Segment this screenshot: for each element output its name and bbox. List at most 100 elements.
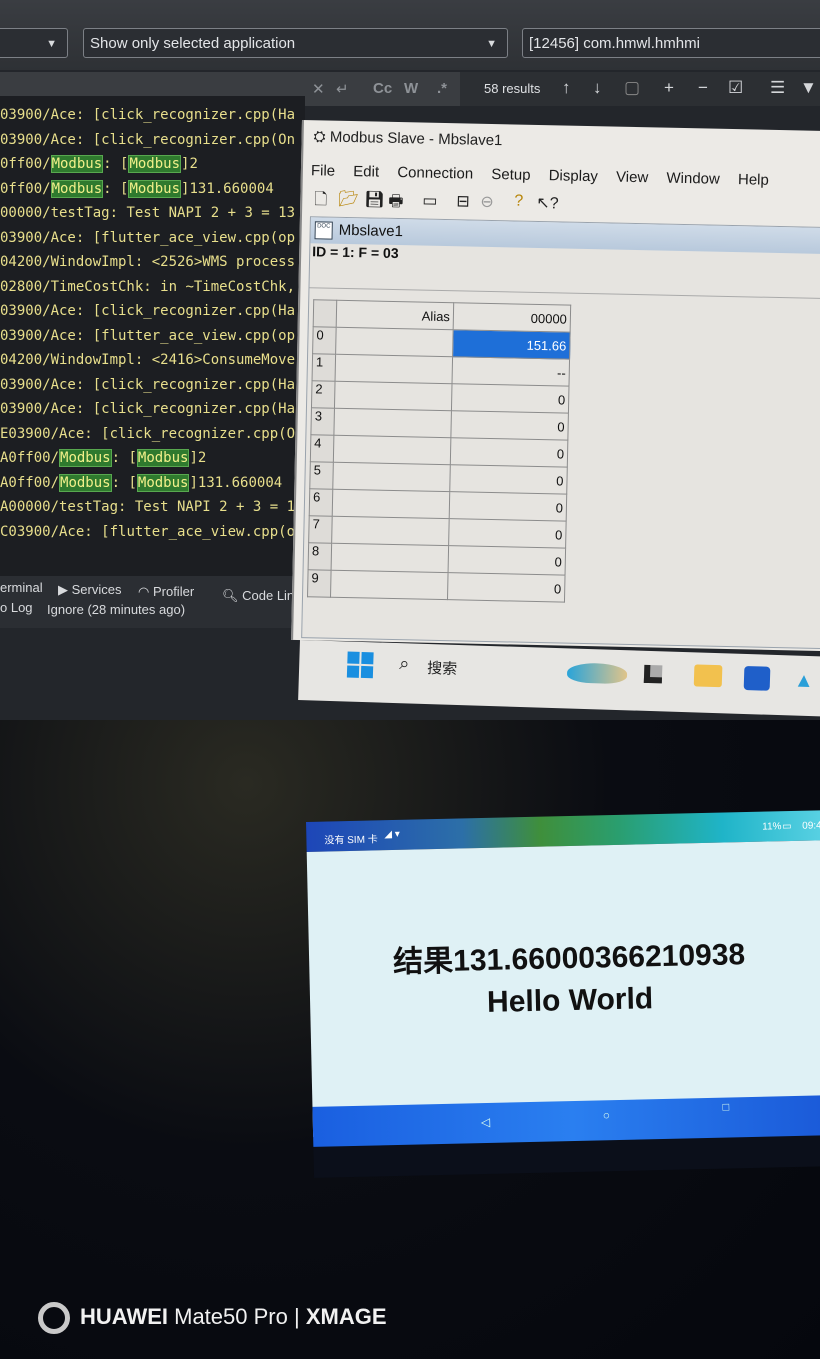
app-icon[interactable] xyxy=(643,664,663,684)
widgets-icon[interactable] xyxy=(566,662,628,685)
cloud-app-icon[interactable]: ▲ xyxy=(794,670,814,694)
chevron-down-icon: ▼ xyxy=(486,38,497,50)
help-icon[interactable]: ? xyxy=(514,192,523,210)
context-help-icon[interactable]: ↖? xyxy=(536,193,559,213)
value-cell[interactable]: 151.66 xyxy=(452,329,571,360)
home-icon[interactable]: ○ xyxy=(603,1108,611,1122)
alias-cell[interactable] xyxy=(330,570,449,600)
disconnect-icon[interactable]: ⊖ xyxy=(480,192,494,212)
alias-cell[interactable] xyxy=(331,543,449,573)
alias-cell[interactable] xyxy=(331,516,450,546)
menu-edit[interactable]: Edit xyxy=(353,163,379,181)
open-folder-icon[interactable]: 📂︎ xyxy=(338,189,359,209)
child-title: Mbslave1 xyxy=(338,221,404,241)
select-occurrences-icon[interactable]: ☑ xyxy=(728,78,743,98)
remove-occurrence-icon[interactable]: − xyxy=(698,78,708,98)
value-cell[interactable]: 0 xyxy=(448,518,567,549)
menu-view[interactable]: View xyxy=(616,169,649,187)
process-combo[interactable]: [12456] com.hmwl.hmhmi xyxy=(522,28,820,58)
leica-ring-icon xyxy=(38,1302,70,1334)
doc-icon: DOC xyxy=(314,221,333,240)
log-line: 03900/Ace: [click_recognizer.cpp(Ha xyxy=(0,300,295,322)
value-cell[interactable]: 0 xyxy=(447,572,566,603)
store-icon[interactable] xyxy=(743,665,771,691)
add-occurrence-icon[interactable]: + xyxy=(664,78,674,98)
alias-cell[interactable] xyxy=(332,489,450,519)
select-all-icon[interactable]: ▢ xyxy=(624,78,640,98)
search-highlight: Modbus xyxy=(128,179,182,198)
clock: 09:4 xyxy=(802,820,820,832)
clear-icon[interactable]: ✕ xyxy=(312,80,325,98)
search-highlight: Modbus xyxy=(136,449,190,467)
log-text: 0ff00/ xyxy=(0,180,51,197)
connect-icon[interactable]: ⊟ xyxy=(456,191,470,211)
log-text: 03900/Ace: xyxy=(0,401,93,417)
log-text: <2416>ConsumeMove xyxy=(151,352,296,368)
value-cell[interactable]: 0 xyxy=(449,464,568,495)
tab-profiler[interactable]: ◠ Profiler xyxy=(138,584,194,600)
value-cell[interactable]: 0 xyxy=(450,410,569,441)
new-file-icon[interactable]: 🗋 xyxy=(314,188,327,215)
menu-help[interactable]: Help xyxy=(738,171,769,189)
table-row[interactable]: 90 xyxy=(307,569,566,603)
alias-cell[interactable] xyxy=(334,381,453,411)
device-combo[interactable]: ▼ xyxy=(0,28,68,58)
filter-lines-icon[interactable]: ☰ xyxy=(770,78,785,98)
header-alias: Alias xyxy=(336,300,454,330)
log-text: A00000/testTag: xyxy=(0,499,135,515)
tab-services[interactable]: ▶ Services xyxy=(58,582,121,598)
log-line: 03900/Ace: [click_recognizer.cpp(Ha xyxy=(0,374,295,396)
value-cell[interactable]: 0 xyxy=(449,491,567,522)
whole-word-toggle[interactable]: W xyxy=(404,80,418,97)
logcat-output[interactable]: 03900/Ace: [click_recognizer.cpp(Ha 03900… xyxy=(0,96,305,576)
filter-combo[interactable]: Show only selected application ▼ xyxy=(83,28,508,58)
back-icon[interactable]: ◁ xyxy=(481,1115,491,1129)
tab-terminal[interactable]: erminal xyxy=(0,580,43,595)
window-icon[interactable]: ▭ xyxy=(422,191,438,211)
log-text: : [ xyxy=(103,156,129,172)
search-icon[interactable]: ⌕ xyxy=(399,653,410,674)
toolbar: 🗋 📂︎ 💾︎ 🖶 ▭ ⊟ ⊖ ? ↖? xyxy=(310,186,570,217)
arrow-down-icon[interactable]: ↓ xyxy=(593,78,602,98)
regex-toggle[interactable]: .* xyxy=(437,80,447,97)
log-text: 04200/WindowImpl: xyxy=(0,254,152,270)
row-index: 8 xyxy=(308,542,332,571)
log-text: 0ff00/ xyxy=(0,156,51,172)
recents-icon[interactable]: □ xyxy=(722,1101,729,1113)
save-icon[interactable]: 💾︎ xyxy=(364,189,385,209)
log-text: <2526>WMS process xyxy=(151,254,296,270)
file-explorer-icon[interactable] xyxy=(693,664,723,688)
menu-window[interactable]: Window xyxy=(666,170,720,188)
search-highlight: Modbus xyxy=(59,449,112,467)
logcat-filter-bar: ▼ Show only selected application ▼ [1245… xyxy=(0,0,820,70)
log-line: 03900/Ace: [flutter_ace_view.cpp(op xyxy=(0,227,295,249)
value-cell[interactable]: 0 xyxy=(450,437,568,468)
start-button[interactable] xyxy=(346,651,374,679)
menu-file[interactable]: File xyxy=(311,162,336,180)
log-line: E03900/Ace: [click_recognizer.cpp(On xyxy=(0,423,303,445)
match-case-toggle[interactable]: Cc xyxy=(373,80,392,97)
value-cell[interactable]: 0 xyxy=(448,545,566,576)
value-cell[interactable]: 0 xyxy=(451,383,569,414)
arrow-up-icon[interactable]: ↑ xyxy=(562,78,571,98)
row-index: 9 xyxy=(307,569,332,598)
menu-display[interactable]: Display xyxy=(549,167,599,185)
taskbar-search[interactable]: 搜索 xyxy=(427,657,458,679)
tool-window-bar: erminal ▶ Services ◠ Profiler 🔍︎ Code Li… xyxy=(0,576,305,628)
wrap-icon[interactable]: ↵ xyxy=(336,80,349,98)
alias-cell[interactable] xyxy=(335,327,454,357)
alias-cell[interactable] xyxy=(335,354,453,384)
menu-setup[interactable]: Setup xyxy=(491,166,531,184)
search-highlight: Modbus xyxy=(50,179,104,198)
menu-connection[interactable]: Connection xyxy=(397,164,473,183)
funnel-icon[interactable]: ▼ xyxy=(800,78,817,98)
print-icon[interactable]: 🖶 xyxy=(388,190,404,217)
log-line: 04200/WindowImpl: <2416>ConsumeMove xyxy=(0,349,295,371)
log-text: : [ xyxy=(103,180,129,197)
alias-cell[interactable] xyxy=(333,408,452,438)
search-highlight: Modbus xyxy=(59,473,112,492)
alias-cell[interactable] xyxy=(332,462,451,492)
log-text: E03900/Ace: xyxy=(0,425,102,442)
value-cell[interactable]: -- xyxy=(452,356,570,387)
alias-cell[interactable] xyxy=(333,435,451,465)
